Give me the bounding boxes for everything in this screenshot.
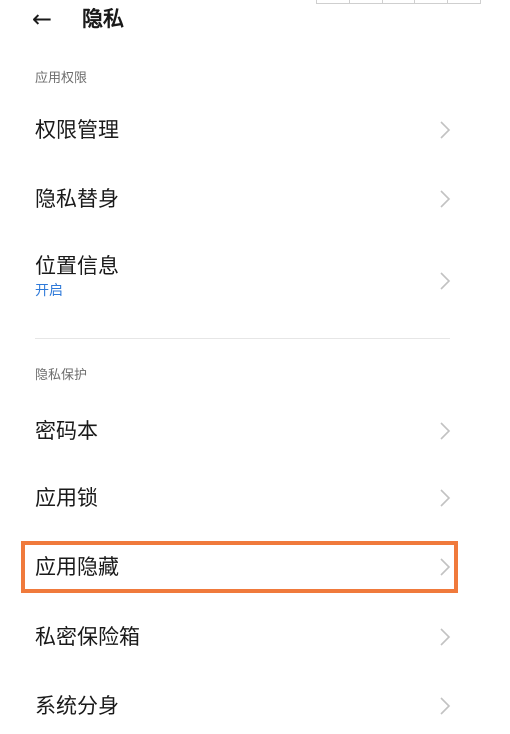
chevron-right-icon xyxy=(440,422,451,440)
section-header-privacy-protection: 隐私保护 xyxy=(35,368,88,383)
page-title: 隐私 xyxy=(82,7,124,31)
chevron-right-icon xyxy=(440,121,451,139)
chevron-right-icon xyxy=(440,628,451,646)
settings-item-permission-management[interactable]: 权限管理 xyxy=(0,102,510,158)
back-arrow-icon[interactable]: ← xyxy=(32,4,52,34)
chevron-right-icon xyxy=(440,697,451,715)
settings-item-label: 隐私替身 xyxy=(35,187,119,211)
settings-item-label: 密码本 xyxy=(35,419,98,443)
settings-item-private-vault[interactable]: 私密保险箱 xyxy=(0,609,510,665)
chevron-right-icon xyxy=(440,489,451,507)
settings-item-location-info[interactable]: 位置信息 开启 xyxy=(0,242,510,310)
settings-item-privacy-substitute[interactable]: 隐私替身 xyxy=(0,171,510,227)
section-divider xyxy=(35,338,450,339)
chevron-right-icon xyxy=(440,190,451,208)
settings-item-password-book[interactable]: 密码本 xyxy=(0,403,510,459)
top-bar: ← 隐私 xyxy=(0,0,510,40)
settings-item-label: 私密保险箱 xyxy=(35,625,140,649)
settings-item-label: 应用锁 xyxy=(35,486,98,510)
settings-item-label: 权限管理 xyxy=(35,118,119,142)
location-status-text: 开启 xyxy=(35,283,63,299)
section-header-app-permissions: 应用权限 xyxy=(35,71,88,86)
chevron-right-icon xyxy=(440,272,451,290)
settings-item-label: 应用隐藏 xyxy=(35,555,119,579)
settings-item-app-hide[interactable]: 应用隐藏 xyxy=(0,539,510,595)
settings-item-app-lock[interactable]: 应用锁 xyxy=(0,470,510,526)
settings-item-label: 位置信息 xyxy=(35,254,119,278)
chevron-right-icon xyxy=(440,558,451,576)
